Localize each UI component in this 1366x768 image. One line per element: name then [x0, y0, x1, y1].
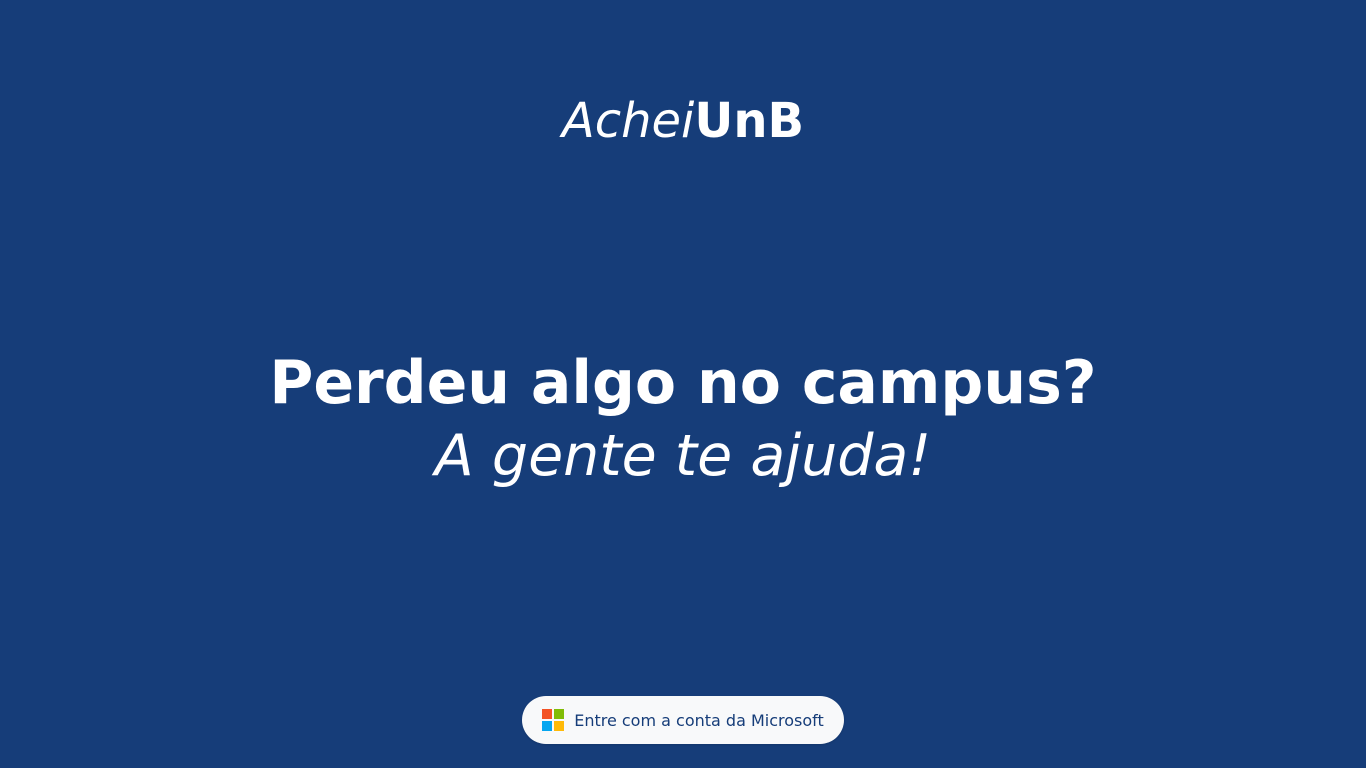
microsoft-blue-square: [542, 721, 553, 731]
microsoft-login-label: Entre com a conta da Microsoft: [574, 710, 824, 730]
landing-page: AcheiUnB Perdeu algo no campus? A gente …: [0, 0, 1366, 768]
hero-subheadline: A gente te ajuda!: [434, 423, 932, 489]
microsoft-login-button[interactable]: Entre com a conta da Microsoft: [522, 696, 844, 744]
microsoft-red-square: [542, 709, 553, 719]
hero-headline: Perdeu algo no campus?: [269, 348, 1097, 418]
hero-message: Perdeu algo no campus? A gente te ajuda!: [0, 347, 1366, 491]
microsoft-logo-icon: [542, 709, 565, 731]
microsoft-yellow-square: [554, 721, 565, 731]
logo-achei-text: Achei: [561, 93, 695, 149]
microsoft-green-square: [554, 709, 565, 719]
acheiunb-logo: AcheiUnB: [0, 92, 1366, 150]
logo-unb-text: UnB: [694, 93, 805, 149]
